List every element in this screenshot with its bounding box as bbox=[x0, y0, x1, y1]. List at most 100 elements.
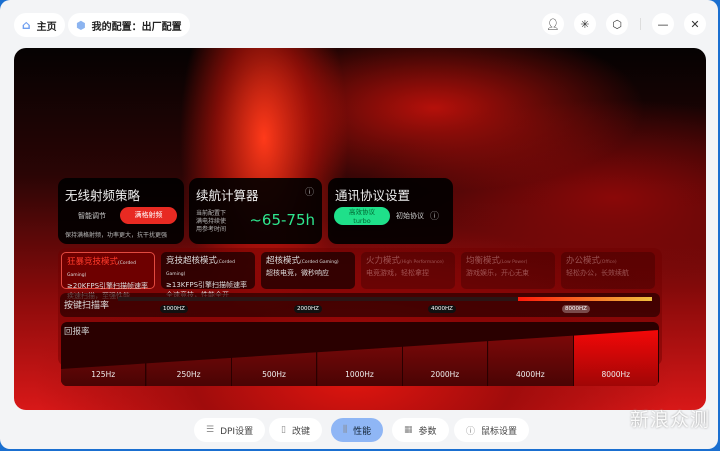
user-icon: 👤︎ bbox=[546, 17, 560, 31]
dpi-icon: ☰ bbox=[206, 425, 215, 435]
mode-line: 轻松办公，长效续航 bbox=[566, 269, 629, 277]
account-button[interactable]: 👤︎ bbox=[542, 13, 564, 35]
mode-en: (Office) bbox=[600, 260, 617, 265]
nav-tab-performance[interactable]: ⫼ 性能 bbox=[331, 418, 384, 442]
mode-card[interactable]: 超核模式(Corded Gaming) 超核电竞，微秒响应 bbox=[261, 252, 355, 289]
params-icon: ▦ bbox=[404, 425, 413, 435]
card-title: 无线射频策略 bbox=[65, 188, 141, 203]
mode-card[interactable]: 均衡模式(Low Power) 游戏娱乐，开心无束 bbox=[461, 252, 555, 289]
sun-icon: ✳ bbox=[580, 17, 590, 31]
report-rate-selector: 125Hz 250Hz 500Hz 1000Hz 2000Hz 4000Hz 8000Hz … bbox=[61, 322, 659, 386]
cube-icon: ⬢ bbox=[76, 18, 86, 32]
config-label: 我的配置：出厂配置 bbox=[91, 21, 182, 33]
info-icon[interactable]: ⓘ bbox=[305, 185, 314, 198]
report-rate-option[interactable]: 500Hz bbox=[231, 352, 318, 386]
card-title: 通讯协议设置 bbox=[335, 188, 411, 203]
nav-label: 改键 bbox=[291, 426, 310, 437]
wireless-card: 无线射频策略 智能调节 满格射频 保持满格射频，功率更大，抗干扰更强 bbox=[58, 178, 184, 244]
scan-tick[interactable]: 2000HZ bbox=[294, 305, 322, 313]
rate-label: 250Hz bbox=[176, 370, 201, 379]
info-icon[interactable]: ⓘ bbox=[430, 209, 439, 222]
nav-label: 鼠标设置 bbox=[481, 426, 518, 437]
nav-label: 参数 bbox=[418, 426, 437, 437]
protocol-card: 通讯协议设置 高效协议 turbo 初始协议 ⓘ bbox=[328, 178, 453, 244]
mouse-settings-icon: ⓘ bbox=[466, 426, 476, 437]
mode-card[interactable]: 火力模式(High Performance) 电竞游戏，轻松拿捏 bbox=[361, 252, 455, 289]
divider bbox=[640, 18, 641, 30]
mode-title: 狂暴竞技模式 bbox=[67, 257, 119, 267]
scan-rate-label: 按键扫描率 bbox=[64, 301, 110, 311]
report-rate-option[interactable]: 1000Hz bbox=[317, 346, 403, 386]
mode-line: ≥13KFPS引擎扫描帧速率 bbox=[166, 281, 248, 289]
slider-track[interactable] bbox=[118, 297, 652, 301]
nav-label: 性能 bbox=[353, 426, 372, 437]
option-sublabel: turbo bbox=[353, 216, 371, 225]
lighting-button[interactable]: ✳ bbox=[574, 13, 596, 35]
report-rate-option[interactable]: 4000Hz bbox=[488, 335, 574, 386]
report-rate-option[interactable]: 250Hz bbox=[146, 357, 232, 386]
mode-title: 超核模式 bbox=[266, 256, 301, 266]
battery-estimate: ~65-75h bbox=[249, 211, 315, 229]
performance-icon: ⫼ bbox=[343, 425, 348, 435]
battery-card: 续航计算器 ⓘ 当前配置下 满电持续使 用参考时间 ~65-75h bbox=[189, 178, 322, 244]
option-label: 高效协议 bbox=[349, 208, 375, 216]
minimize-button[interactable]: — bbox=[652, 13, 674, 35]
close-icon: ✕ bbox=[690, 17, 700, 31]
mode-line: ≥20KFPS引擎扫描帧速率 bbox=[67, 282, 149, 290]
close-button[interactable]: ✕ bbox=[684, 13, 706, 35]
nav-label: DPI设置 bbox=[220, 426, 254, 437]
keymap-icon: ▯ bbox=[281, 425, 286, 435]
hexagon-gear-icon: ⬡ bbox=[612, 17, 622, 31]
report-rate-option[interactable]: 8000Hz bbox=[573, 330, 659, 386]
home-label: 主页 bbox=[36, 21, 57, 33]
card-desc: 保持满格射频，功率更大，抗干扰更强 bbox=[65, 232, 168, 239]
smart-adjust-option[interactable]: 智能调节 bbox=[78, 211, 106, 221]
settings-button[interactable]: ⬡ bbox=[606, 13, 628, 35]
desc-line: 用参考时间 bbox=[196, 226, 227, 233]
app-window: ⌂ 主页 ⬢ 我的配置：出厂配置 👤︎ ✳ ⬡ — ✕ 无线射频策略 智能调节 … bbox=[0, 0, 718, 449]
home-icon: ⌂ bbox=[22, 18, 31, 32]
desc-line: 当前配置下 bbox=[196, 210, 227, 217]
nav-tab-keymap[interactable]: ▯ 改键 bbox=[269, 418, 322, 442]
rate-label: 2000Hz bbox=[430, 370, 460, 379]
mode-line: 游戏娱乐，开心无束 bbox=[466, 269, 529, 277]
rate-label: 4000Hz bbox=[516, 370, 545, 379]
mode-line: 超核电竞，微秒响应 bbox=[266, 269, 329, 277]
minimize-icon: — bbox=[657, 17, 669, 31]
nav-tab-params[interactable]: ▦ 参数 bbox=[392, 418, 449, 442]
nav-tab-dpi[interactable]: ☰ DPI设置 bbox=[194, 418, 266, 442]
mode-title: 均衡模式 bbox=[466, 256, 501, 266]
scan-tick[interactable]: 4000HZ bbox=[428, 305, 456, 313]
performance-panel: 无线射频策略 智能调节 满格射频 保持满格射频，功率更大，抗干扰更强 续航计算器… bbox=[14, 48, 706, 410]
rate-label: 500Hz bbox=[262, 370, 286, 379]
initial-protocol-option[interactable]: 初始协议 bbox=[396, 211, 424, 221]
mode-title: 竞技超核模式 bbox=[166, 256, 218, 266]
report-rate-label: 回报率 bbox=[64, 327, 90, 337]
rate-label: 125Hz bbox=[91, 370, 116, 379]
mode-line: 电竞游戏，轻松拿捏 bbox=[366, 269, 429, 277]
rate-label: 8000Hz bbox=[601, 370, 631, 379]
desc-line: 满电持续使 bbox=[196, 218, 227, 225]
nav-tab-mouse-settings[interactable]: ⓘ 鼠标设置 bbox=[454, 418, 530, 442]
mode-card[interactable]: 狂暴竞技模式(Corded Gaming)≥20KFPS引擎扫描帧速率疾速扫描，… bbox=[61, 252, 155, 300]
mode-title: 办公模式 bbox=[566, 256, 601, 266]
scan-tick[interactable]: 8000HZ bbox=[562, 305, 590, 313]
watermark: 新浪众测 bbox=[630, 409, 711, 431]
full-rf-option[interactable]: 满格射频 bbox=[120, 207, 177, 224]
mode-card[interactable]: 办公模式(Office) 轻松办公，长效续航 bbox=[561, 252, 655, 289]
rate-label: 1000Hz bbox=[345, 370, 374, 379]
mode-en: (Corded Gaming) bbox=[300, 260, 339, 265]
scan-tick[interactable]: 1000HZ bbox=[160, 305, 188, 313]
card-title: 续航计算器 bbox=[196, 188, 259, 203]
mode-title: 火力模式 bbox=[366, 256, 401, 266]
slider-fill bbox=[518, 297, 652, 301]
config-button[interactable]: ⬢ 我的配置：出厂配置 bbox=[68, 13, 190, 37]
mode-card[interactable]: 竞技超核模式(Corded Gaming)≥13KFPS引擎扫描帧速率全速竞技，… bbox=[161, 252, 255, 299]
turbo-protocol-option[interactable]: 高效协议 turbo bbox=[334, 207, 390, 225]
mode-en: (High Performance) bbox=[400, 260, 444, 265]
mode-section: 狂暴竞技模式(Corded Gaming)≥20KFPS引擎扫描帧速率疾速扫描，… bbox=[58, 248, 662, 386]
scan-rate-slider[interactable]: 按键扫描率 1000HZ 2000HZ 4000HZ 8000HZ bbox=[60, 293, 660, 317]
report-rate-option[interactable]: 2000Hz bbox=[402, 341, 489, 386]
home-button[interactable]: ⌂ 主页 bbox=[14, 13, 65, 37]
mode-en: (Low Power) bbox=[500, 260, 528, 265]
